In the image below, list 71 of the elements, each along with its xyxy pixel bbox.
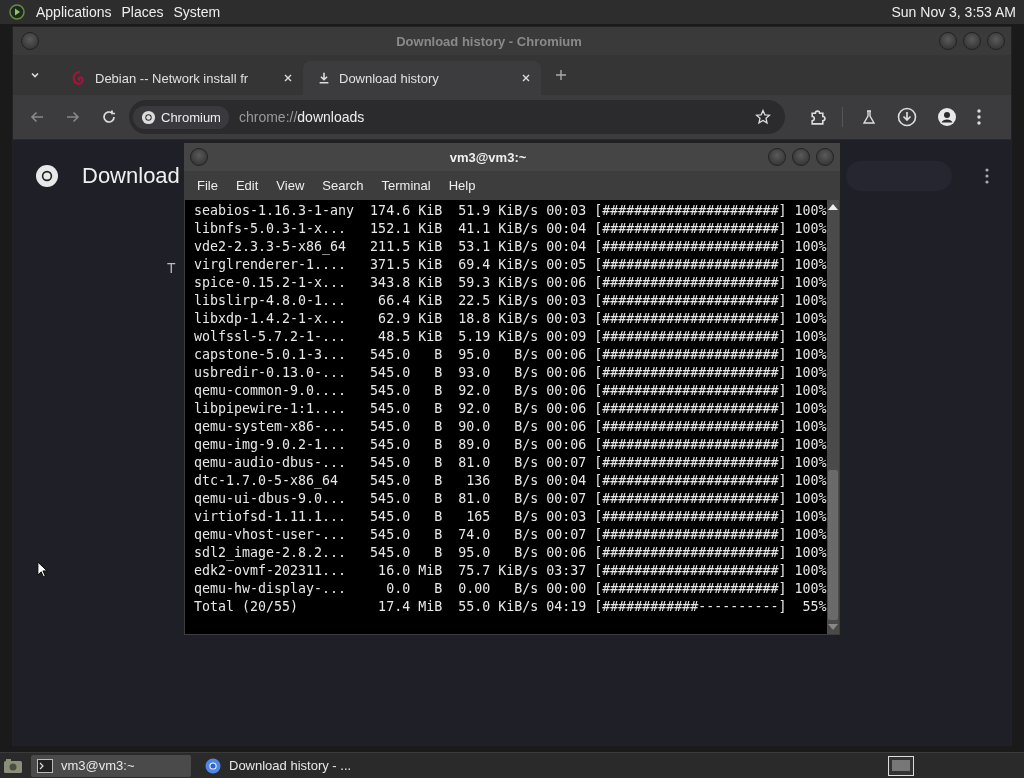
terminal-line: qemu-system-x86-... 545.0 B 90.0 B/s 00:06 [######################] 100% bbox=[194, 418, 827, 436]
page-text: T bbox=[167, 260, 176, 276]
terminal-line: libxdp-1.4.2-1-x... 62.9 KiB 18.8 KiB/s 00:03 [######################] 100% bbox=[194, 310, 827, 328]
page-heading: Download bbox=[82, 163, 180, 189]
cursor-icon bbox=[37, 561, 48, 578]
menu-item[interactable]: Terminal bbox=[372, 178, 440, 193]
chromium-icon bbox=[35, 164, 59, 188]
terminal-line: qemu-audio-dbus-... 545.0 B 81.0 B/s 00:07 [######################] 100% bbox=[194, 454, 827, 472]
menu-item[interactable]: Search bbox=[313, 178, 373, 193]
swirl-icon bbox=[71, 70, 87, 86]
scrollbar[interactable] bbox=[827, 200, 839, 634]
terminal-line: vde2-2.3.3-5-x86_64 211.5 KiB 53.1 KiB/s 00:04 [######################] 100% bbox=[194, 238, 827, 256]
terminal-line: Total (20/55) 17.4 MiB 55.0 KiB/s 04:19 [############----------] 55% bbox=[194, 598, 827, 616]
more-icon[interactable] bbox=[985, 168, 989, 184]
site-chip[interactable]: Chromium bbox=[133, 105, 229, 129]
terminal-line: edk2-ovmf-202311... 16.0 MiB 75.7 KiB/s 03:37 [######################] 100% bbox=[194, 562, 827, 580]
show-desktop-icon[interactable] bbox=[888, 755, 914, 776]
taskbar-button[interactable]: Download history - ... bbox=[199, 754, 359, 777]
terminal-line: spice-0.15.2-1-x... 343.8 KiB 59.3 KiB/s 00:06 [######################] 100% bbox=[194, 274, 827, 292]
browser-tab[interactable]: Download history bbox=[303, 61, 541, 95]
menu-item[interactable]: Help bbox=[439, 178, 485, 193]
terminal-line: capstone-5.0.1-3... 545.0 B 95.0 B/s 00:06 [######################] 100% bbox=[194, 346, 827, 364]
logo-icon[interactable] bbox=[9, 4, 25, 20]
download-icon[interactable] bbox=[897, 107, 917, 127]
download-icon bbox=[317, 71, 331, 85]
camera-icon[interactable] bbox=[3, 757, 23, 774]
reload-icon[interactable] bbox=[101, 109, 117, 125]
profile-icon[interactable] bbox=[937, 107, 957, 127]
forward-icon[interactable] bbox=[65, 109, 81, 125]
flask-icon[interactable] bbox=[861, 109, 877, 125]
new-tab-icon[interactable] bbox=[555, 69, 567, 81]
close-icon[interactable] bbox=[283, 73, 293, 83]
terminal-line: virglrenderer-1.... 371.5 KiB 69.4 KiB/s 00:05 [######################] 100% bbox=[194, 256, 827, 274]
url-text: chrome://downloads bbox=[238, 109, 365, 125]
terminal-line: sdl2_image-2.8.2... 545.0 B 95.0 B/s 00:06 [######################] 100% bbox=[194, 544, 827, 562]
taskbar-button[interactable]: vm3@vm3:~ bbox=[31, 754, 191, 777]
menu-icon[interactable] bbox=[977, 109, 981, 125]
panel-menu[interactable]: System bbox=[168, 4, 226, 20]
clock[interactable]: Sun Nov 3, 3:53 AM bbox=[891, 4, 1024, 20]
scroll-down-icon[interactable] bbox=[828, 624, 838, 630]
menu-item[interactable]: Edit bbox=[226, 178, 268, 193]
terminal-line: usbredir-0.13.0-... 545.0 B 93.0 B/s 00:06 [######################] 100% bbox=[194, 364, 827, 382]
terminal-line: virtiofsd-1.11.1... 545.0 B 165 B/s 00:03 [######################] 100% bbox=[194, 508, 827, 526]
terminal-line: qemu-hw-display-... 0.0 B 0.00 B/s 00:00 [######################] 100% bbox=[194, 580, 827, 598]
terminal-line: libslirp-4.8.0-1... 66.4 KiB 22.5 KiB/s 00:03 [######################] 100% bbox=[194, 292, 827, 310]
back-icon[interactable] bbox=[29, 109, 45, 125]
window-title: vm3@vm3:~ bbox=[448, 149, 528, 165]
star-icon[interactable] bbox=[755, 109, 771, 125]
terminal-line: qemu-vhost-user-... 545.0 B 74.0 B/s 00:07 [######################] 100% bbox=[194, 526, 827, 544]
close-icon[interactable] bbox=[521, 73, 531, 83]
menu-item[interactable]: File bbox=[188, 178, 227, 193]
terminal-line: qemu-img-9.0.2-1... 545.0 B 89.0 B/s 00:06 [######################] 100% bbox=[194, 436, 827, 454]
terminal-line: seabios-1.16.3-1-any 174.6 KiB 51.9 KiB/s 00:03 [######################] 100% bbox=[194, 202, 827, 220]
panel-menu[interactable]: Applications bbox=[31, 4, 117, 20]
panel-menu[interactable]: Places bbox=[116, 4, 169, 20]
terminal-line: libnfs-5.0.3-1-x... 152.1 KiB 41.1 KiB/s 00:04 [######################] 100% bbox=[194, 220, 827, 238]
scroll-up-icon[interactable] bbox=[828, 204, 838, 210]
terminal-line: dtc-1.7.0-5-x86_64 545.0 B 136 B/s 00:04 [######################] 100% bbox=[194, 472, 827, 490]
window-title: Download history - Chromium bbox=[395, 33, 583, 49]
chromium-icon bbox=[205, 757, 221, 774]
scroll-thumb[interactable] bbox=[828, 470, 838, 620]
menu-item[interactable]: View bbox=[267, 178, 314, 193]
terminal-line: qemu-ui-dbus-9.0... 545.0 B 81.0 B/s 00:07 [######################] 100% bbox=[194, 490, 827, 508]
terminal-icon bbox=[37, 758, 53, 773]
puzzle-icon[interactable] bbox=[809, 108, 826, 126]
chromium-icon bbox=[141, 109, 156, 125]
terminal-line: libpipewire-1:1.... 545.0 B 92.0 B/s 00:06 [######################] 100% bbox=[194, 400, 827, 418]
address-bar[interactable]: Chromium chrome://downloads bbox=[129, 100, 785, 134]
terminal-line: wolfssl-5.7.2-1-... 48.5 KiB 5.19 KiB/s 00:09 [######################] 100% bbox=[194, 328, 827, 346]
terminal-line: qemu-common-9.0.... 545.0 B 92.0 B/s 00:06 [######################] 100% bbox=[194, 382, 827, 400]
browser-tab[interactable]: Debian -- Network install fr bbox=[57, 61, 303, 95]
